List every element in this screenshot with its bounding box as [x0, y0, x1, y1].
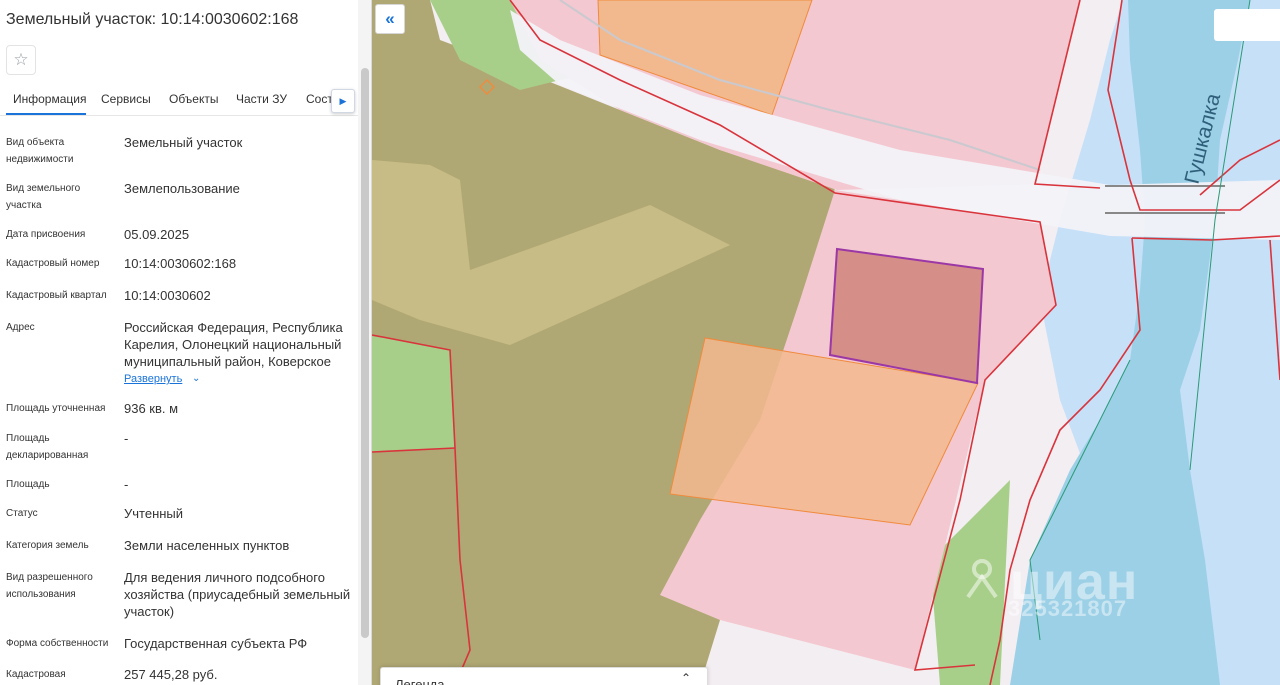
field-label: Кадастровая [6, 669, 66, 680]
field-label: Форма собственности [6, 638, 109, 649]
field-value: 257 445,28 руб. [124, 667, 218, 682]
field-value: Для ведения личного подсобного хозяйства… [124, 570, 351, 619]
active-tab-indicator [6, 113, 86, 115]
map-canvas[interactable]: Гушкалка [372, 0, 1280, 685]
caret-right-icon: ▶ [339, 95, 347, 106]
info-panel: Земельный участок: 10:14:0030602:168 ☆ И… [0, 0, 372, 685]
tab-bar: Информация Сервисы Объекты Части ЗУ Сост… [0, 86, 358, 116]
tab-services[interactable]: Сервисы [101, 92, 151, 106]
tab-information[interactable]: Информация [13, 92, 86, 106]
field-label: Адрес [6, 322, 35, 333]
field-value: 10:14:0030602 [124, 288, 211, 303]
favorite-button[interactable]: ☆ [6, 45, 36, 75]
field-label: Вид земельного участка [6, 183, 81, 211]
field-label: Кадастровый номер [6, 258, 100, 269]
field-value: Земельный участок [124, 135, 243, 150]
star-icon: ☆ [13, 50, 29, 69]
address-value: Российская Федерация, Республика Карелия… [124, 320, 343, 369]
field-label: Площадь декларированная [6, 433, 89, 461]
double-chevron-left-icon: « [385, 9, 395, 28]
meadow-left [372, 335, 455, 452]
field-value: 10:14:0030602:168 [124, 256, 237, 271]
field-value: Земли населенных пунктов [124, 538, 290, 553]
field-value: 936 кв. м [124, 401, 179, 416]
field-label: Вид разрешенного использования [6, 572, 93, 600]
field-value: - [124, 477, 129, 492]
field-label: Вид объекта недвижимости [6, 137, 74, 165]
tab-scroll-right-button[interactable]: ▶ [331, 89, 355, 113]
chevron-down-icon[interactable]: ⌄ [192, 373, 200, 384]
field-value: Землепользование [124, 181, 240, 196]
map-search-box[interactable] [1214, 9, 1280, 41]
panel-scrollbar-thumb[interactable] [361, 68, 369, 638]
collapse-panel-button[interactable]: « [375, 4, 405, 34]
cadastral-map[interactable]: Гушкалка циан 325321807 [372, 0, 1280, 685]
tab-parts[interactable]: Части ЗУ [236, 92, 287, 106]
tab-objects[interactable]: Объекты [169, 92, 219, 106]
field-label: Статус [6, 508, 38, 519]
panel-title: Земельный участок: 10:14:0030602:168 [6, 11, 299, 28]
legend-title: Легенда [395, 677, 445, 685]
field-value: 05.09.2025 [124, 227, 190, 242]
field-value: Государственная субъекта РФ [124, 636, 308, 651]
watermark-number: 325321807 [1008, 596, 1128, 621]
legend-panel[interactable]: Легенда ⌃ [380, 667, 708, 685]
watermark-logo [966, 559, 998, 599]
field-label: Дата присвоения [6, 229, 86, 240]
field-label: Площадь уточненная [6, 403, 106, 414]
field-value: - [124, 431, 129, 446]
chevron-up-icon[interactable]: ⌃ [681, 671, 691, 685]
expand-address-link[interactable]: Развернуть [124, 373, 182, 385]
field-label: Площадь [6, 479, 50, 490]
field-value: Учтенный [124, 506, 184, 521]
field-label: Кадастровый квартал [6, 290, 107, 301]
field-label: Категория земель [6, 540, 89, 551]
